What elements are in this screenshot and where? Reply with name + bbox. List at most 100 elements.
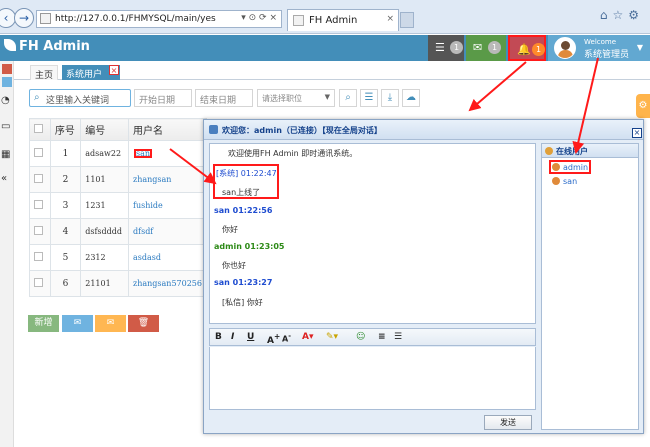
row-checkbox-cell[interactable] (29, 166, 51, 193)
chat-title: 欢迎您：admin（已连接）【现在全局对话】 (222, 126, 382, 135)
message-input[interactable] (209, 347, 536, 410)
url-text: http://127.0.0.1/FHMYSQL/main/yes (55, 14, 216, 24)
gauge-icon[interactable]: ◔ (1, 95, 10, 106)
address-controls[interactable]: ▾ ⊙ ⟳ × (241, 13, 277, 23)
avatar (554, 37, 576, 59)
online-user-admin[interactable]: admin (552, 163, 588, 172)
settings-gear-icon[interactable]: ⚙ (636, 94, 650, 118)
message-history[interactable]: 欢迎使用FH Admin 即时通讯系统。 [系统] 01:22:47 san上线… (209, 143, 536, 324)
row-checkbox-cell[interactable] (29, 244, 51, 271)
mail-icon: ✉ (73, 318, 82, 328)
column-header-code[interactable]: 编号 (80, 118, 129, 141)
online-user-san[interactable]: san (552, 177, 577, 186)
sidebar-shortcut-red[interactable] (2, 64, 12, 74)
row-checkbox-cell[interactable] (29, 140, 51, 167)
download-button[interactable]: ⤓ (381, 89, 399, 107)
select-all-column[interactable] (29, 118, 51, 141)
table-row: 6 21101 zhangsan570256 (29, 270, 207, 297)
table-header-row: 序号 编号 用户名 (29, 118, 207, 141)
row-checkbox[interactable] (34, 173, 43, 183)
tasks-icon: ☰ (435, 41, 445, 54)
browser-tab[interactable]: FH Admin × (287, 9, 399, 31)
cell-no: 3 (49, 192, 82, 219)
grid-icon[interactable]: ▦ (1, 149, 10, 160)
font-color-icon[interactable]: A▾ (302, 332, 313, 342)
brand-logo[interactable]: FH Admin (4, 39, 90, 54)
mail-button[interactable]: ✉ 1 (466, 35, 506, 61)
highlight-icon[interactable]: ✎▾ (326, 332, 338, 342)
leaf-icon (4, 39, 16, 51)
username-link-san[interactable]: san (133, 148, 153, 159)
font-size-increase-icon[interactable]: A+ (267, 332, 280, 346)
address-bar[interactable]: http://127.0.0.1/FHMYSQL/main/yes ▾ ⊙ ⟳ … (36, 10, 282, 28)
cell-username[interactable]: fushide (128, 192, 207, 219)
search-input[interactable]: ⌕ 这里输入关键词 (29, 89, 131, 107)
bold-icon[interactable]: B (215, 332, 222, 342)
cell-username[interactable]: asdasd (128, 244, 207, 271)
row-checkbox-cell[interactable] (29, 218, 51, 245)
cell-username[interactable]: dfsdf (128, 218, 207, 245)
chat-title-bar[interactable]: 欢迎您：admin（已连接）【现在全局对话】 × (204, 120, 643, 140)
upload-button[interactable]: ☁ (402, 89, 420, 107)
row-checkbox[interactable] (34, 277, 43, 287)
sidebar-shortcut-blue[interactable] (2, 77, 12, 87)
start-date-input[interactable]: 开始日期 (134, 89, 192, 107)
column-header-no[interactable]: 序号 (49, 118, 82, 141)
monitor-icon[interactable]: ▭ (1, 121, 10, 132)
cell-no: 1 (49, 140, 82, 167)
italic-icon[interactable]: I (231, 332, 234, 342)
cell-no: 2 (49, 166, 82, 193)
close-icon[interactable]: × (632, 128, 642, 138)
row-checkbox[interactable] (34, 251, 43, 261)
forward-icon[interactable]: → (14, 8, 34, 28)
column-header-username[interactable]: 用户名 (128, 118, 207, 141)
user-icon (552, 177, 560, 185)
cell-username[interactable]: zhangsan570256 (128, 270, 207, 297)
unordered-list-icon[interactable]: ☰ (394, 332, 402, 342)
close-tab-icon[interactable]: × (109, 65, 120, 75)
chat-window: 欢迎您：admin（已连接）【现在全局对话】 × 欢迎使用FH Admin 即时… (203, 119, 644, 434)
end-date-input[interactable]: 结束日期 (195, 89, 253, 107)
message-header: [系统] 01:22:47 (216, 169, 277, 178)
notification-button[interactable]: 🔔 1 (508, 35, 546, 61)
tab-home[interactable]: 主页 (30, 65, 59, 81)
select-all-checkbox[interactable] (34, 123, 43, 133)
row-checkbox[interactable] (34, 199, 43, 209)
mail-icon: ✉ (473, 41, 483, 54)
table-row: 1 adsaw22 san (29, 140, 207, 167)
tab-system-users[interactable]: 系统用户 × (62, 65, 121, 80)
collapse-icon[interactable]: « (1, 173, 7, 184)
ordered-list-icon[interactable]: ≡ (378, 332, 386, 342)
send-button[interactable]: 发送 (484, 415, 532, 430)
row-checkbox[interactable] (34, 225, 43, 235)
new-tab-button[interactable] (400, 12, 414, 28)
row-checkbox-cell[interactable] (29, 270, 51, 297)
add-user-button[interactable]: 新增 (28, 315, 59, 332)
tasks-button[interactable]: ☰ 1 (428, 35, 464, 61)
trash-icon: 🗑 (137, 318, 150, 328)
row-checkbox-cell[interactable] (29, 192, 51, 219)
toggle-search-button[interactable]: ☰ (360, 89, 378, 107)
app-header: FH Admin ☰ 1 ✉ 1 🔔 1 Welcome 系统管理员 ▼ (0, 35, 650, 61)
underline-icon[interactable]: U (247, 332, 254, 342)
user-menu[interactable]: Welcome 系统管理员 ▼ (548, 35, 650, 61)
emoticon-icon[interactable]: ☺ (356, 332, 365, 342)
cell-code: 21101 (80, 270, 129, 297)
search-button[interactable]: ⌕ (339, 89, 357, 107)
role-select[interactable]: 请选择职位 ▼ (257, 89, 335, 107)
brand-name: FH Admin (19, 39, 90, 54)
cell-username[interactable]: zhangsan (128, 166, 207, 193)
mail-badge: 1 (488, 41, 501, 54)
delete-button[interactable]: 🗑 (128, 315, 159, 332)
browser-menu-icons[interactable]: ⌂☆⚙ (600, 8, 644, 22)
close-tab-icon[interactable]: × (386, 14, 394, 24)
caret-down-icon: ▼ (636, 43, 643, 52)
table-row: 3 1231 fushide (29, 192, 207, 219)
row-checkbox[interactable] (34, 147, 43, 157)
message-body: san上线了 (222, 188, 261, 197)
font-size-decrease-icon[interactable]: A- (282, 332, 291, 344)
send-email-button[interactable]: ✉ (62, 315, 93, 332)
editor-toolbar: B I U A+ A- A▾ ✎▾ ☺ ≡ ☰ (209, 328, 536, 346)
cell-username[interactable]: san (128, 140, 207, 167)
send-message-button[interactable]: ✉ (95, 315, 126, 332)
